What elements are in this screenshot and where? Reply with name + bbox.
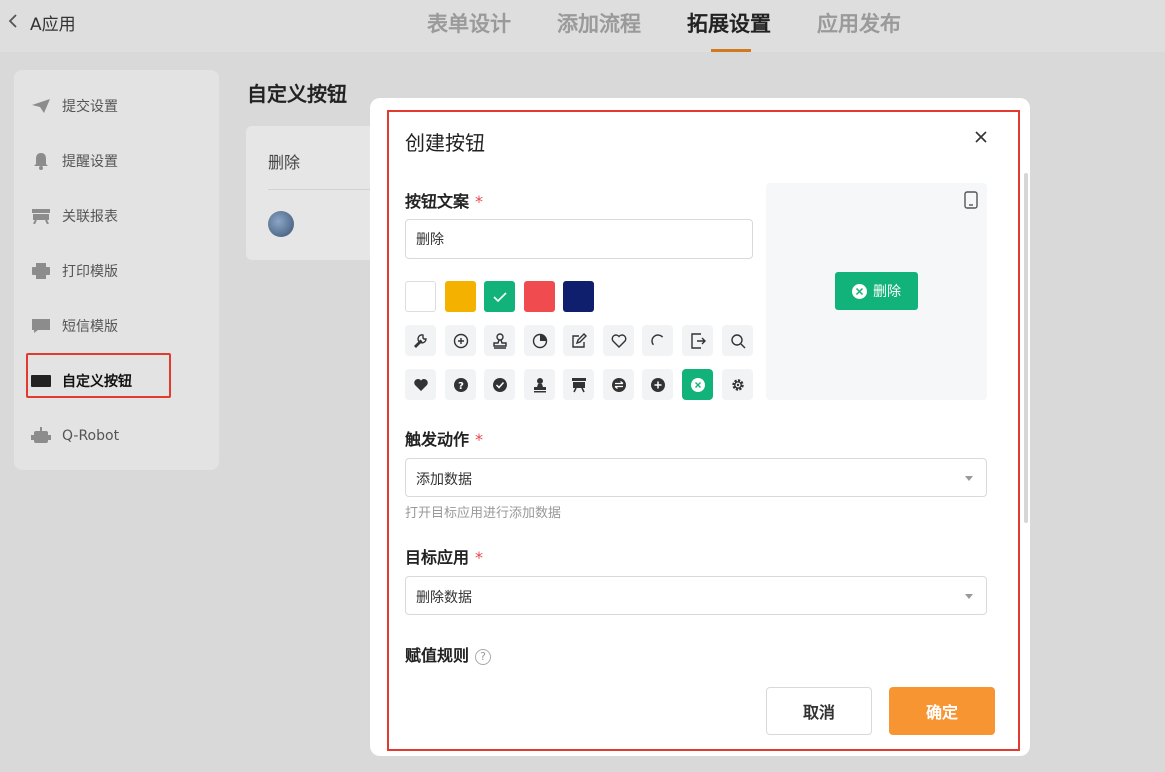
trigger-action-label-text: 触发动作 bbox=[405, 430, 470, 449]
tab-extension-settings[interactable]: 拓展设置 bbox=[687, 8, 771, 38]
gear-icon[interactable] bbox=[722, 369, 753, 400]
target-app-label-text: 目标应用 bbox=[405, 548, 470, 567]
heart-filled-icon[interactable] bbox=[405, 369, 436, 400]
sidebar-item-sms-templates[interactable]: 短信模版 bbox=[14, 306, 204, 346]
trigger-action-label: 触发动作 * bbox=[405, 426, 483, 450]
sidebar-item-linked-reports[interactable]: 关联报表 bbox=[14, 196, 204, 236]
button-text-label-text: 按钮文案 bbox=[405, 192, 470, 211]
question-circle-icon[interactable]: ? bbox=[445, 369, 476, 400]
cancel-button[interactable]: 取消 bbox=[766, 687, 872, 735]
color-swatch-white[interactable] bbox=[405, 281, 436, 312]
caret-down-icon bbox=[965, 594, 973, 599]
app-name: A应用 bbox=[30, 15, 76, 35]
tab-app-publish[interactable]: 应用发布 bbox=[817, 8, 901, 38]
required-mark: * bbox=[475, 192, 484, 211]
active-tab-indicator bbox=[711, 49, 751, 52]
printer-icon bbox=[30, 262, 52, 280]
check-icon bbox=[492, 291, 507, 302]
trigger-action-value: 添加数据 bbox=[416, 472, 472, 488]
required-mark: * bbox=[475, 430, 484, 449]
heart-outline-icon[interactable] bbox=[603, 325, 634, 356]
robot-icon bbox=[30, 427, 52, 445]
tab-form-design[interactable]: 表单设计 bbox=[427, 8, 511, 38]
page-title: 自定义按钮 bbox=[247, 82, 347, 106]
target-app-select[interactable]: 删除数据 bbox=[405, 576, 987, 615]
sidebar-item-label: 提醒设置 bbox=[62, 154, 118, 170]
close-circle-icon[interactable] bbox=[682, 369, 713, 400]
color-swatch-yellow[interactable] bbox=[445, 281, 476, 312]
bell-icon bbox=[30, 152, 52, 170]
assign-rules-label-text: 赋值规则 bbox=[405, 646, 470, 665]
presentation-icon[interactable] bbox=[563, 369, 594, 400]
help-icon[interactable]: ? bbox=[475, 648, 492, 665]
assign-rules-label: 赋值规则? bbox=[405, 642, 492, 666]
sidebar-item-label: 提交设置 bbox=[62, 99, 118, 115]
clock-half-icon[interactable] bbox=[524, 325, 555, 356]
report-icon bbox=[30, 207, 52, 225]
preview-button-label: 删除 bbox=[873, 284, 901, 300]
exchange-circle-icon[interactable] bbox=[603, 369, 634, 400]
sidebar-item-reminder-settings[interactable]: 提醒设置 bbox=[14, 141, 204, 181]
send-icon bbox=[30, 97, 52, 115]
avatar bbox=[268, 211, 294, 237]
color-swatch-green[interactable] bbox=[484, 281, 515, 312]
sidebar-item-print-templates[interactable]: 打印模版 bbox=[14, 251, 204, 291]
check-circle-icon[interactable] bbox=[484, 369, 515, 400]
sidebar-item-label: 打印模版 bbox=[62, 264, 118, 280]
modal-title: 创建按钮 bbox=[405, 131, 485, 155]
wrench-icon[interactable] bbox=[405, 325, 436, 356]
button-list-header: 删除 bbox=[268, 153, 301, 172]
top-nav-bar: A应用 表单设计 添加流程 拓展设置 应用发布 bbox=[0, 0, 1165, 52]
button-text-label: 按钮文案 * bbox=[405, 188, 483, 212]
active-item-highlight bbox=[26, 353, 171, 398]
svg-text:?: ? bbox=[458, 381, 464, 392]
stamp-icon[interactable] bbox=[484, 325, 515, 356]
edit-square-icon[interactable] bbox=[563, 325, 594, 356]
modal-scrollbar[interactable] bbox=[1024, 173, 1028, 523]
sidebar-item-label: 关联报表 bbox=[62, 209, 118, 225]
plus-circle-icon[interactable] bbox=[445, 325, 476, 356]
color-swatch-navy[interactable] bbox=[563, 281, 594, 312]
preview-button: 删除 bbox=[835, 272, 918, 310]
target-app-label: 目标应用 * bbox=[405, 544, 483, 568]
confirm-button[interactable]: 确定 bbox=[889, 687, 995, 735]
button-text-input[interactable] bbox=[405, 219, 753, 259]
sms-icon bbox=[30, 317, 52, 335]
caret-down-icon bbox=[965, 476, 973, 481]
trigger-action-select[interactable]: 添加数据 bbox=[405, 458, 987, 497]
mobile-preview-icon[interactable] bbox=[963, 191, 979, 209]
sidebar-item-label: 短信模版 bbox=[62, 319, 118, 335]
required-mark: * bbox=[475, 548, 484, 567]
trigger-action-hint: 打开目标应用进行添加数据 bbox=[405, 506, 562, 521]
loading-arc-icon[interactable] bbox=[642, 325, 673, 356]
plus-circle-filled-icon[interactable] bbox=[642, 369, 673, 400]
tab-add-process[interactable]: 添加流程 bbox=[557, 8, 641, 38]
target-app-value: 删除数据 bbox=[416, 590, 472, 606]
search-icon[interactable] bbox=[722, 325, 753, 356]
color-swatch-red[interactable] bbox=[524, 281, 555, 312]
stamp-filled-icon[interactable] bbox=[524, 369, 555, 400]
close-icon[interactable] bbox=[971, 127, 991, 147]
sidebar-item-submit-settings[interactable]: 提交设置 bbox=[14, 86, 204, 126]
sidebar-item-label: Q-Robot bbox=[62, 428, 120, 444]
close-circle-icon bbox=[852, 283, 867, 299]
export-icon[interactable] bbox=[682, 325, 713, 356]
back-arrow-icon[interactable] bbox=[4, 8, 24, 34]
sidebar-item-q-robot[interactable]: Q-Robot bbox=[14, 416, 204, 456]
